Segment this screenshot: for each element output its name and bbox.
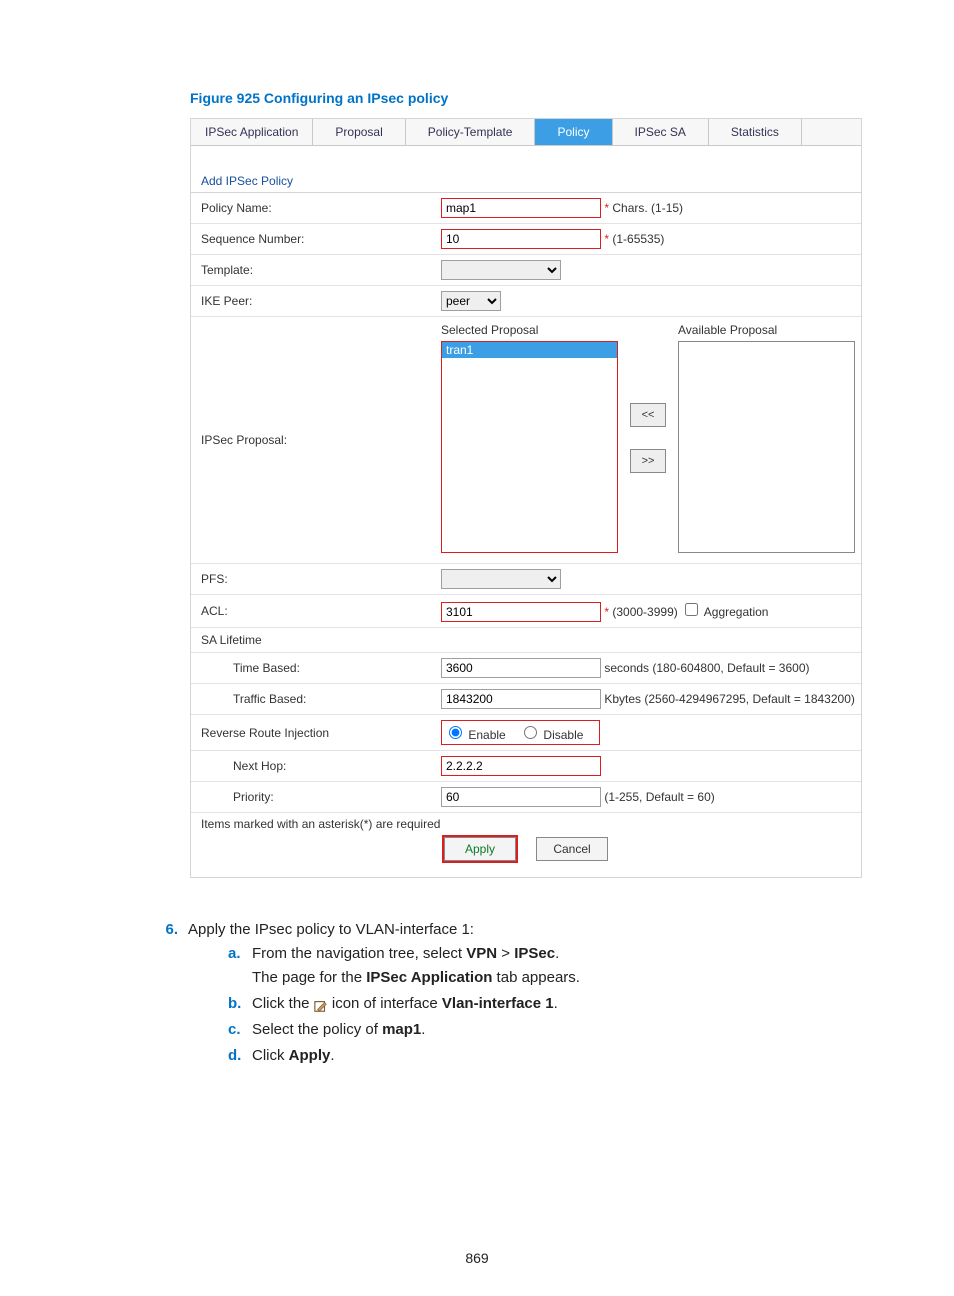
required-asterisk: *	[604, 201, 609, 215]
template-select[interactable]	[441, 260, 561, 280]
traffic-based-label: Traffic Based:	[191, 684, 435, 715]
step-number: 6.	[150, 918, 178, 942]
page-number: 869	[0, 1250, 954, 1266]
sequence-number-label: Sequence Number:	[191, 224, 435, 255]
step-text: Apply the IPsec policy to VLAN-interface…	[188, 921, 474, 938]
list-item[interactable]: tran1	[442, 342, 617, 358]
rri-label: Reverse Route Injection	[191, 715, 435, 751]
instructions: 6.Apply the IPsec policy to VLAN-interfa…	[190, 918, 864, 1068]
ipsec-policy-panel: IPSec Application Proposal Policy-Templa…	[190, 118, 862, 878]
apply-button[interactable]: Apply	[444, 837, 516, 861]
next-hop-label: Next Hop:	[191, 751, 435, 782]
next-hop-input[interactable]	[441, 756, 601, 776]
tab-policy-template[interactable]: Policy-Template	[406, 119, 536, 145]
available-proposal-header: Available Proposal	[678, 323, 855, 337]
ike-peer-select[interactable]: peer	[441, 291, 501, 311]
sub-d-label: d.	[228, 1044, 246, 1068]
required-asterisk: *	[604, 605, 609, 619]
tab-policy[interactable]: Policy	[535, 119, 612, 145]
aggregation-checkbox[interactable]	[685, 603, 698, 616]
acl-label: ACL:	[191, 595, 435, 628]
tab-statistics[interactable]: Statistics	[709, 119, 802, 145]
policy-name-input[interactable]	[441, 198, 601, 218]
tab-ipsec-application[interactable]: IPSec Application	[191, 119, 313, 145]
selected-proposal-list[interactable]: tran1	[441, 341, 618, 553]
section-title: Add IPSec Policy	[191, 146, 861, 193]
ipsec-proposal-label: IPSec Proposal:	[191, 317, 435, 564]
time-based-input[interactable]	[441, 658, 601, 678]
move-right-button[interactable]: >>	[630, 449, 666, 473]
rri-disable-option[interactable]: Disable	[519, 728, 583, 742]
time-based-label: Time Based:	[191, 653, 435, 684]
available-proposal-list[interactable]	[678, 341, 855, 553]
aggregation-label: Aggregation	[704, 605, 769, 619]
priority-hint: (1-255, Default = 60)	[604, 790, 714, 804]
move-left-button[interactable]: <<	[630, 403, 666, 427]
traffic-based-input[interactable]	[441, 689, 601, 709]
required-asterisk: *	[604, 232, 609, 246]
policy-form: Policy Name: * Chars. (1-15) Sequence Nu…	[191, 193, 861, 813]
tab-ipsec-sa[interactable]: IPSec SA	[613, 119, 709, 145]
traffic-based-hint: Kbytes (2560-4294967295, Default = 18432…	[604, 692, 855, 706]
pfs-label: PFS:	[191, 564, 435, 595]
sequence-number-hint: (1-65535)	[612, 232, 664, 246]
sub-b-label: b.	[228, 992, 246, 1016]
priority-label: Priority:	[191, 782, 435, 813]
figure-caption: Figure 925 Configuring an IPsec policy	[190, 90, 864, 106]
acl-input[interactable]	[441, 602, 601, 622]
pfs-select[interactable]	[441, 569, 561, 589]
sequence-number-input[interactable]	[441, 229, 601, 249]
tab-bar: IPSec Application Proposal Policy-Templa…	[191, 119, 861, 146]
rri-enable-option[interactable]: Enable	[444, 728, 506, 742]
template-label: Template:	[191, 255, 435, 286]
time-based-hint: seconds (180-604800, Default = 3600)	[604, 661, 809, 675]
priority-input[interactable]	[441, 787, 601, 807]
required-note: Items marked with an asterisk(*) are req…	[191, 813, 861, 831]
sub-c-label: c.	[228, 1018, 246, 1042]
cancel-button[interactable]: Cancel	[536, 837, 608, 861]
ike-peer-label: IKE Peer:	[191, 286, 435, 317]
sub-a-label: a.	[228, 942, 246, 966]
selected-proposal-header: Selected Proposal	[441, 323, 618, 337]
edit-icon	[314, 997, 328, 1011]
sa-lifetime-label: SA Lifetime	[191, 628, 435, 653]
tab-proposal[interactable]: Proposal	[313, 119, 405, 145]
policy-name-hint: Chars. (1-15)	[612, 201, 683, 215]
policy-name-label: Policy Name:	[191, 193, 435, 224]
acl-hint: (3000-3999)	[612, 605, 677, 619]
